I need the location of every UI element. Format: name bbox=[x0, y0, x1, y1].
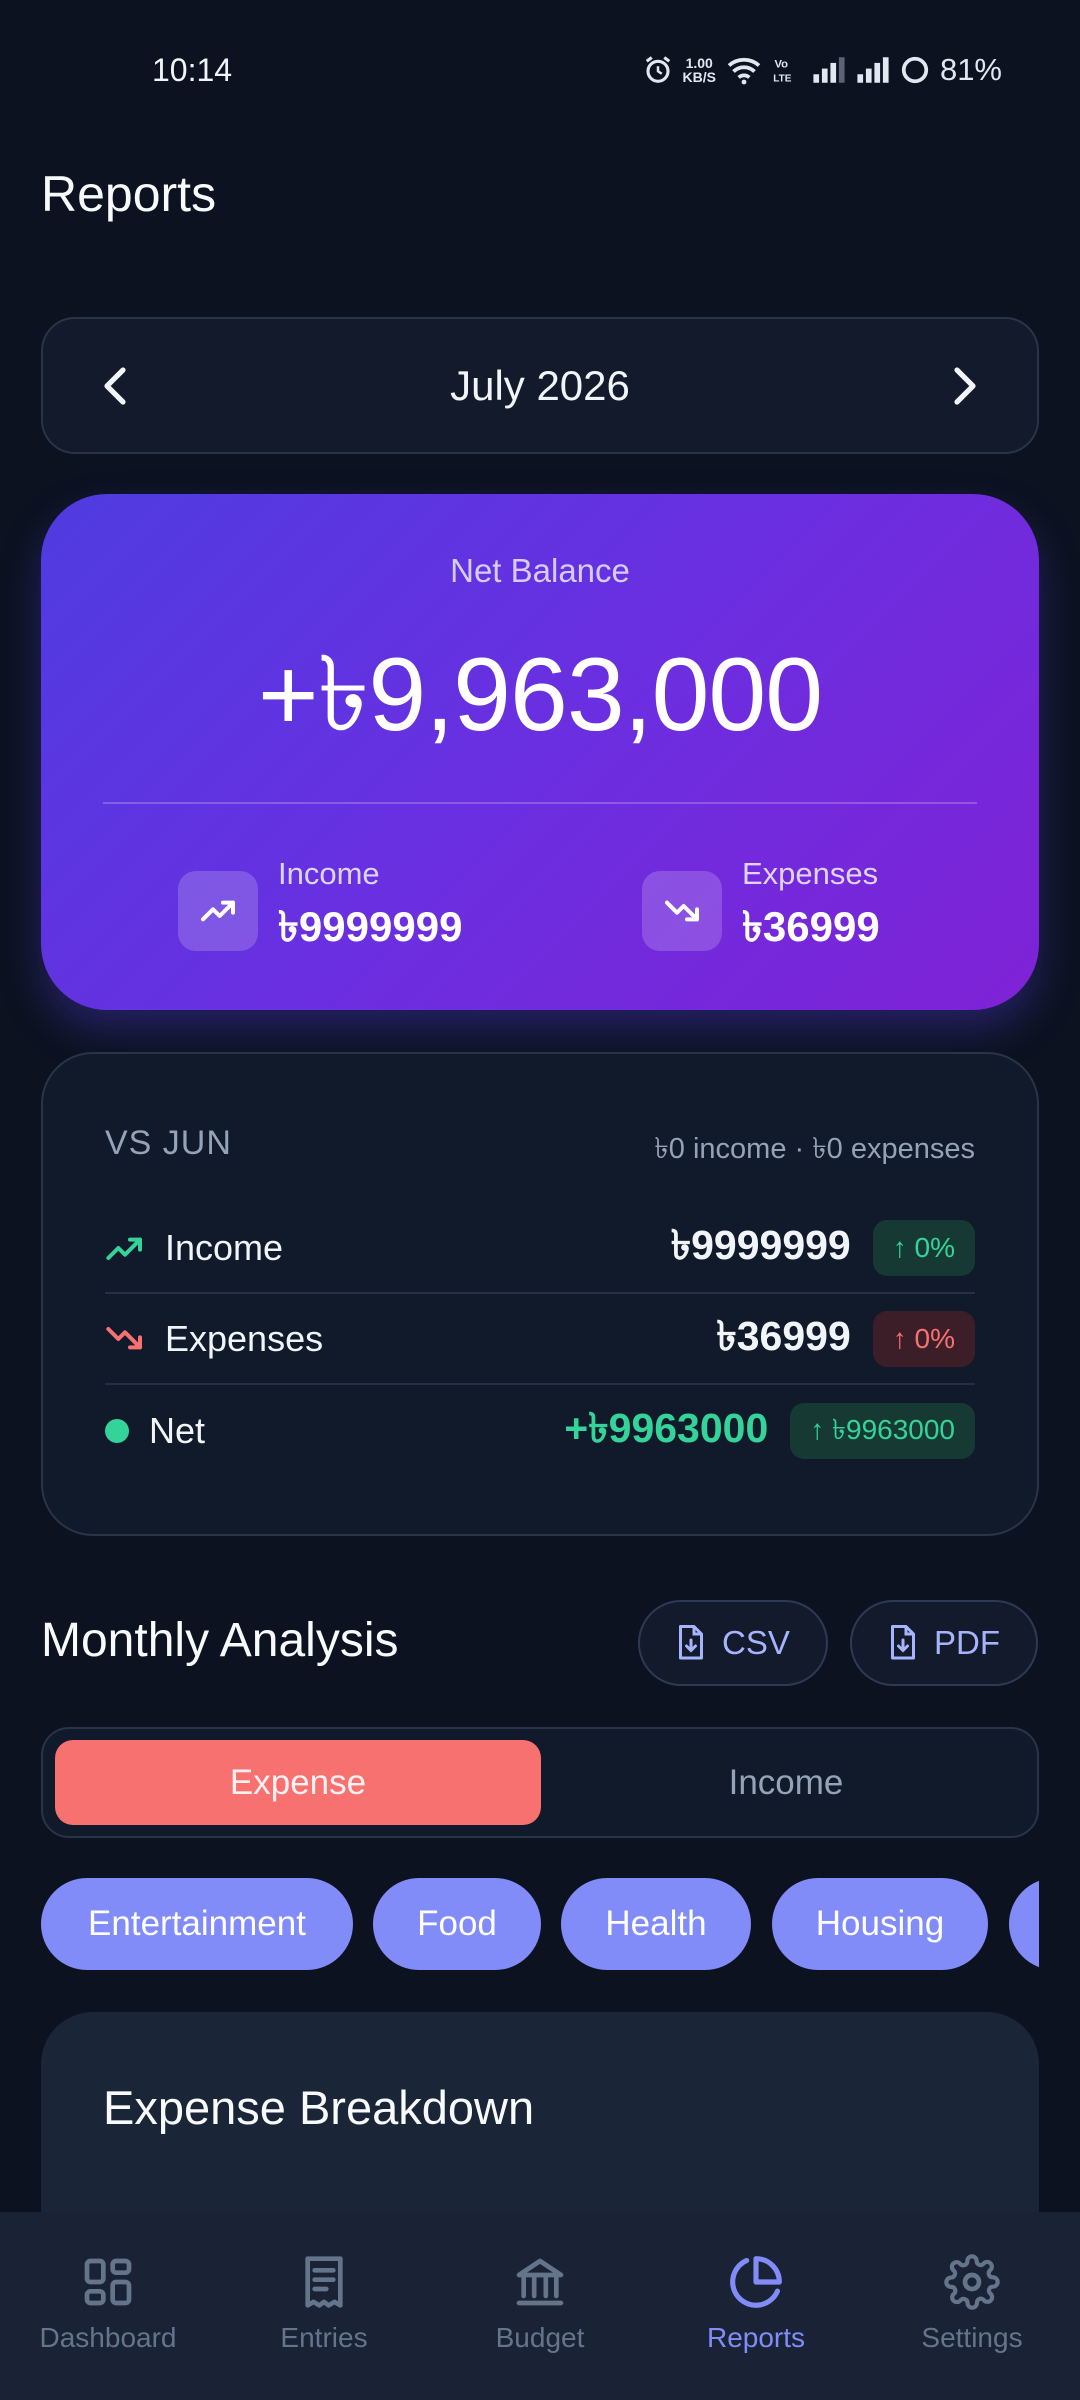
signal-icon-1 bbox=[813, 57, 845, 83]
receipt-icon bbox=[305, 2256, 343, 2308]
comparison-row-label: Income bbox=[165, 1227, 284, 1268]
pie-chart-icon bbox=[730, 2256, 782, 2308]
comparison-row-amount: +৳9963000 bbox=[564, 1404, 769, 1451]
battery-icon bbox=[901, 56, 929, 84]
comparison-summary: ৳0 income · ৳0 expenses bbox=[654, 1133, 975, 1165]
page-header: Reports bbox=[41, 165, 216, 223]
bank-icon bbox=[516, 2258, 564, 2306]
comparison-row-amount: ৳9999999 bbox=[670, 1221, 851, 1268]
income-label: Income bbox=[278, 856, 380, 891]
comparison-title: VS JUN bbox=[105, 1124, 232, 1162]
tab-expense[interactable]: Expense bbox=[55, 1740, 541, 1825]
file-download-icon bbox=[891, 1625, 915, 1660]
change-badge: ↑ ৳9963000 bbox=[790, 1403, 975, 1459]
category-chip[interactable] bbox=[1009, 1878, 1039, 1970]
export-pdf-button[interactable]: PDF bbox=[850, 1600, 1038, 1686]
breakdown-title: Expense Breakdown bbox=[103, 2081, 535, 2134]
tab-income[interactable]: Income bbox=[543, 1740, 1029, 1825]
trending-down-icon bbox=[642, 870, 722, 951]
chevron-right-icon bbox=[954, 366, 976, 405]
income-stat: Income ৳9999999 bbox=[178, 856, 462, 965]
month-navigator: July 2026 bbox=[41, 317, 1039, 454]
net-speed: 1.00 KB/S bbox=[683, 56, 716, 84]
chevron-left-icon bbox=[104, 366, 126, 405]
nav-settings[interactable]: Settings bbox=[872, 2254, 1072, 2354]
net-dot-icon bbox=[105, 1419, 129, 1443]
category-chip[interactable]: Health bbox=[561, 1878, 751, 1970]
export-csv-button[interactable]: CSV bbox=[638, 1600, 828, 1686]
gear-icon bbox=[944, 2254, 1000, 2310]
comparison-row-label: Expenses bbox=[165, 1318, 324, 1359]
net-balance-card: Net Balance +৳9,963,000 Income ৳9999999 … bbox=[41, 494, 1039, 1010]
expenses-stat: Expenses ৳36999 bbox=[642, 856, 880, 965]
battery-percent: 81% bbox=[939, 52, 1002, 87]
wifi-icon bbox=[727, 57, 761, 85]
card-divider bbox=[103, 802, 977, 804]
comparison-row-amount: ৳36999 bbox=[716, 1312, 851, 1359]
signal-icon-2 bbox=[857, 57, 889, 83]
category-chip[interactable]: Housing bbox=[772, 1878, 988, 1970]
status-icons: 1.00 KB/S Vo LTE 81% bbox=[643, 52, 1002, 88]
nav-label: Dashboard bbox=[39, 2322, 177, 2353]
income-value: ৳9999999 bbox=[278, 903, 463, 950]
net-speed-unit: KB/S bbox=[682, 69, 716, 85]
svg-text:Vo: Vo bbox=[774, 59, 788, 71]
next-month-button[interactable] bbox=[945, 366, 985, 406]
export-csv-label: CSV bbox=[722, 1624, 790, 1661]
previous-month-button[interactable] bbox=[95, 366, 135, 406]
svg-text:LTE: LTE bbox=[773, 73, 791, 84]
category-chips: Entertainment Food Health Housing bbox=[41, 1878, 1039, 1970]
status-time: 10:14 bbox=[152, 51, 233, 88]
section-title: Monthly Analysis bbox=[41, 1614, 399, 1667]
trending-up-icon bbox=[178, 870, 258, 951]
expenses-value: ৳36999 bbox=[742, 903, 880, 950]
change-badge: ↑ 0% bbox=[872, 1220, 975, 1276]
volte-icon: Vo LTE bbox=[773, 59, 791, 85]
status-bar: 10:14 1.00 KB/S Vo LTE 81% bbox=[0, 0, 1080, 140]
dashboard-icon bbox=[84, 2258, 132, 2306]
nav-entries[interactable]: Entries bbox=[224, 2254, 424, 2354]
comparison-row-label: Net bbox=[149, 1410, 206, 1451]
trending-down-icon bbox=[106, 1327, 142, 1350]
nav-dashboard[interactable]: Dashboard bbox=[8, 2254, 208, 2354]
net-balance-label: Net Balance bbox=[450, 552, 630, 589]
category-chip[interactable]: Food bbox=[373, 1878, 541, 1970]
type-toggle: Expense Income bbox=[41, 1727, 1039, 1838]
alarm-icon bbox=[645, 56, 670, 83]
comparison-card: VS JUN ৳0 income · ৳0 expenses Income ৳9… bbox=[41, 1052, 1039, 1536]
expenses-label: Expenses bbox=[742, 856, 879, 891]
export-pdf-label: PDF bbox=[934, 1624, 1000, 1661]
file-download-icon bbox=[679, 1625, 703, 1660]
comparison-row-net: Net +৳9963000 ↑ ৳9963000 bbox=[105, 1386, 975, 1476]
net-balance-value: +৳9,963,000 bbox=[257, 637, 823, 753]
nav-budget[interactable]: Budget bbox=[440, 2254, 640, 2354]
nav-label: Reports bbox=[706, 2322, 806, 2353]
trending-up-icon bbox=[106, 1237, 142, 1260]
change-badge: ↑ 0% bbox=[872, 1311, 975, 1367]
comparison-row-income: Income ৳9999999 ↑ 0% bbox=[105, 1204, 975, 1294]
nav-label: Budget bbox=[495, 2322, 585, 2353]
comparison-row-expenses: Expenses ৳36999 ↑ 0% bbox=[105, 1295, 975, 1385]
net-speed-value: 1.00 bbox=[685, 55, 713, 71]
category-chip[interactable]: Entertainment bbox=[41, 1878, 353, 1970]
nav-label: Settings bbox=[921, 2322, 1023, 2353]
nav-label: Entries bbox=[280, 2322, 368, 2353]
page-title: Reports bbox=[41, 166, 217, 222]
bottom-navigation: Dashboard Entries Budget Reports Setting… bbox=[0, 2212, 1080, 2400]
current-month-label: July 2026 bbox=[450, 361, 630, 409]
nav-reports[interactable]: Reports bbox=[656, 2254, 856, 2354]
